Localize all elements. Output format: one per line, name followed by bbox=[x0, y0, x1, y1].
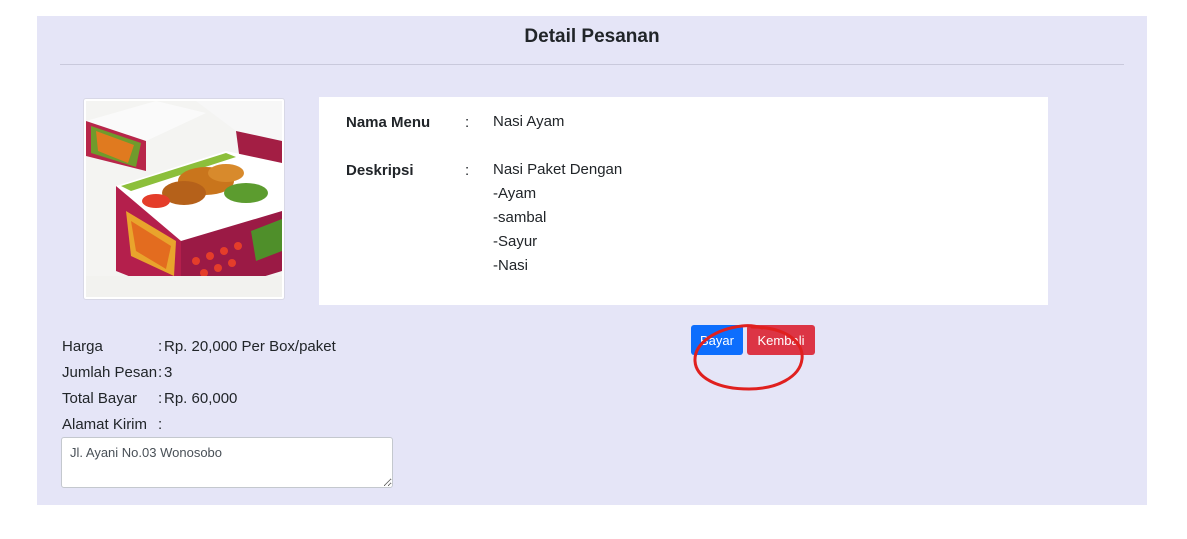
total-value: Rp. 60,000 bbox=[164, 390, 238, 407]
back-button[interactable]: Kembali bbox=[747, 325, 815, 355]
menu-name-colon: : bbox=[465, 114, 470, 131]
description-line: -Nasi bbox=[493, 257, 529, 274]
price-value: Rp. 20,000 Per Box/paket bbox=[164, 338, 336, 355]
description-label: Deskripsi bbox=[346, 162, 414, 179]
menu-name-value: Nasi Ayam bbox=[493, 113, 565, 130]
product-image bbox=[83, 98, 285, 300]
quantity-value: 3 bbox=[164, 364, 173, 381]
description-colon: : bbox=[465, 162, 470, 179]
total-colon: : bbox=[158, 390, 163, 407]
order-detail-card: Detail Pesanan Nama Menu: Nasi Ayam Des… bbox=[37, 16, 1147, 505]
total-label: Total Bayar bbox=[62, 390, 138, 407]
food-box-photo-icon bbox=[86, 101, 282, 297]
price-colon: : bbox=[158, 338, 163, 355]
title-divider bbox=[60, 64, 1124, 65]
address-label: Alamat Kirim bbox=[62, 416, 148, 433]
page-title: Detail Pesanan bbox=[524, 26, 660, 47]
quantity-label: Jumlah Pesan bbox=[62, 364, 158, 381]
quantity-colon: : bbox=[158, 364, 163, 381]
price-label: Harga bbox=[62, 338, 103, 355]
description-line: -Sayur bbox=[493, 233, 538, 250]
description-line: -Ayam bbox=[493, 185, 537, 202]
description-line: Nasi Paket Dengan bbox=[493, 161, 623, 178]
description-value: Nasi Paket Dengan -Ayam -sambal -Sayur -… bbox=[493, 158, 622, 278]
description-line: -sambal bbox=[493, 209, 547, 226]
menu-info-panel: Nama Menu : Nasi Ayam Deskripsi : Nasi P… bbox=[319, 97, 1048, 305]
pay-button[interactable]: Bayar bbox=[691, 325, 743, 355]
address-colon: : bbox=[158, 416, 163, 433]
menu-name-label: Nama Menu bbox=[346, 114, 431, 131]
address-field[interactable]: Jl. Ayani No.03 Wonosobo bbox=[61, 437, 393, 488]
